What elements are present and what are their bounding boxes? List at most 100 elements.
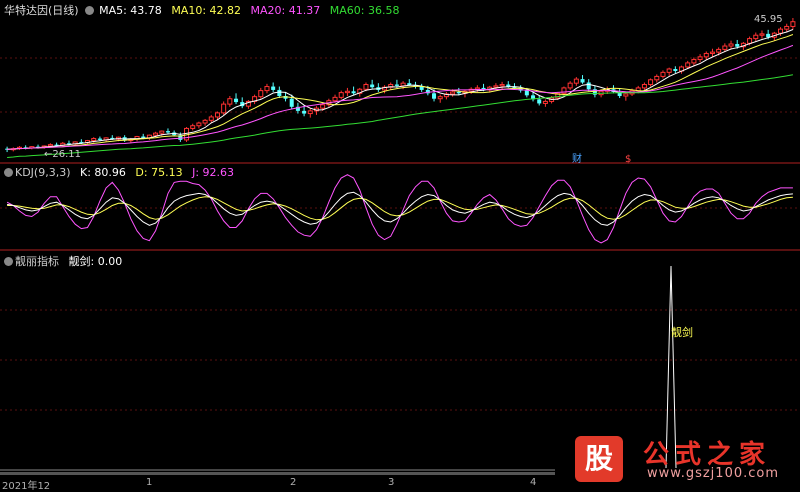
logo-glyph: 股: [575, 436, 623, 482]
candle-body: [320, 104, 326, 109]
candle-body: [351, 91, 356, 94]
logo-site: www.gszj100.com: [647, 466, 780, 481]
candle-body: [747, 38, 753, 44]
candle-body: [759, 33, 765, 36]
settings-icon[interactable]: [4, 257, 13, 266]
dividend-marker[interactable]: $: [625, 154, 631, 165]
candle-body: [666, 68, 672, 73]
candle-body: [277, 89, 282, 97]
horizontal-scrollbar[interactable]: [0, 472, 555, 475]
candle-body: [196, 122, 202, 127]
candle-body: [165, 131, 170, 133]
stock-title: 华特达因(日线): [4, 4, 79, 17]
candle-body: [542, 100, 548, 104]
candle-body: [264, 86, 270, 92]
candle-body: [722, 45, 728, 50]
candle-body: [790, 21, 796, 27]
candle-body: [673, 68, 678, 72]
kdj-j-line: [6, 174, 793, 244]
candle-body: [506, 84, 511, 87]
ma5-line: [7, 29, 794, 150]
candle-body: [524, 90, 529, 96]
candle-body: [778, 28, 784, 34]
candle-body: [344, 90, 350, 94]
candle-body: [97, 138, 102, 140]
ma5-label: MA5: 43.78: [99, 4, 162, 17]
kdj-title: KDJ(9,3,3): [15, 166, 71, 179]
settings-icon[interactable]: [84, 6, 94, 15]
candle-body: [716, 48, 722, 53]
sword-value-label: 靓剑: 0.00: [68, 255, 123, 268]
watermark-logo: 股 公式之家 www.gszj100.com: [555, 432, 800, 490]
candle-body: [784, 25, 790, 30]
candle-body: [153, 132, 159, 136]
candle-body: [289, 98, 294, 107]
candle-body: [234, 98, 239, 103]
ma60-line: [7, 74, 793, 158]
x-tick-label: 3: [388, 477, 395, 488]
x-tick-label: 1: [146, 477, 153, 488]
candle-body: [735, 44, 740, 47]
ma10-label: MA10: 42.82: [171, 4, 242, 17]
candle-body: [370, 84, 375, 88]
candle-body: [271, 86, 276, 90]
candle-body: [190, 125, 196, 129]
settings-icon[interactable]: [4, 168, 13, 177]
candle-body: [691, 59, 697, 64]
candle-body: [728, 43, 734, 47]
candle-body: [214, 112, 220, 118]
candle-body: [91, 138, 97, 142]
candle-body: [307, 110, 313, 115]
candle-body: [753, 34, 759, 40]
ma20-label: MA20: 41.37: [250, 4, 321, 17]
candle-body: [302, 110, 307, 114]
high-price-label: 45.95: [754, 14, 783, 25]
candle-body: [648, 79, 654, 86]
x-tick-label: 2: [290, 477, 297, 488]
candle-body: [258, 90, 264, 98]
candle-body: [586, 82, 591, 90]
ma20-line: [7, 44, 794, 150]
candle-body: [493, 85, 499, 88]
candle-body: [394, 84, 399, 86]
sword-panel-header: 靓丽指标 靓剑: 0.00: [4, 253, 128, 269]
candle-body: [641, 84, 647, 89]
finance-marker[interactable]: 财: [572, 152, 582, 165]
kdj-k-line: [7, 191, 793, 226]
candle-body: [685, 62, 691, 68]
candle-body: [654, 75, 660, 81]
main-panel-header: 华特达因(日线) MA5: 43.78 MA10: 42.82 MA20: 41…: [4, 2, 405, 18]
candle-body: [141, 136, 146, 138]
candle-body: [499, 84, 505, 87]
candle-body: [202, 119, 208, 124]
candle-body: [227, 98, 233, 105]
sword-title: 靓丽指标: [15, 255, 59, 268]
chart-stage: 45.95 ←26.11 财 $ 靓剑: [0, 14, 800, 475]
candle-body: [537, 99, 542, 104]
candle-body: [623, 93, 629, 97]
candle-body: [432, 93, 437, 99]
candle-body: [332, 96, 338, 102]
candle-body: [573, 78, 579, 84]
candle-body: [208, 116, 214, 121]
candle-body: [660, 71, 666, 77]
candle-body: [221, 103, 227, 114]
kdj-d-label: D: 75.13: [135, 166, 183, 179]
kdj-k-label: K: 80.96: [80, 166, 126, 179]
candle-body: [456, 91, 461, 94]
ma10-line: [7, 34, 794, 150]
candle-body: [47, 144, 53, 147]
candle-body: [697, 56, 703, 61]
sword-annotation: 靓剑: [671, 325, 693, 339]
candle-body: [159, 130, 165, 134]
kdj-lines: [6, 174, 793, 244]
candle-body: [703, 52, 709, 58]
candle-body: [450, 91, 456, 95]
candle-body: [567, 82, 573, 89]
kdj-panel-header: KDJ(9,3,3) K: 80.96 D: 75.13 J: 92.63: [4, 166, 240, 179]
candle-body: [363, 84, 369, 90]
candle-body: [580, 79, 585, 83]
x-tick-label: 4: [530, 477, 537, 488]
kdj-j-label: J: 92.63: [192, 166, 235, 179]
candle-body: [709, 51, 715, 54]
